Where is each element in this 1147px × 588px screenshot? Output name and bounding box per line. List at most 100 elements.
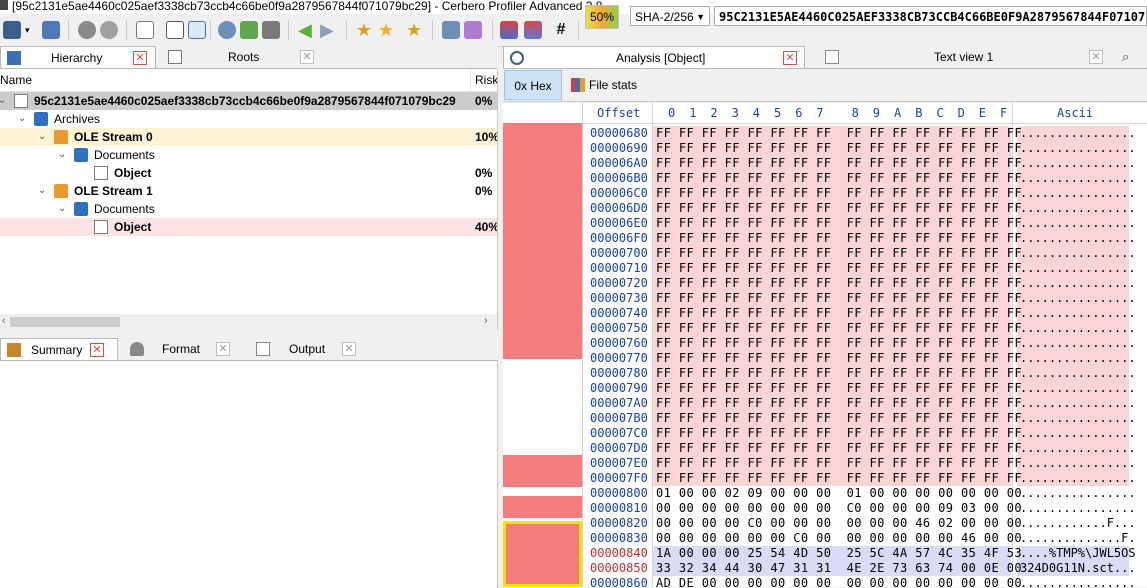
- hex-ascii[interactable]: ................: [1020, 336, 1136, 351]
- tree-row[interactable]: ⌄ Documents: [0, 146, 497, 164]
- hex-ascii[interactable]: ................: [1020, 381, 1136, 396]
- tab-analysis[interactable]: Analysis [Object] ✕: [503, 46, 805, 68]
- chevron-down-icon[interactable]: ⌄: [58, 146, 66, 164]
- hex-bytes[interactable]: 1A 00 00 00 25 54 4D 50 25 5C 4A 57 4C 3…: [656, 546, 1022, 561]
- hex-ascii[interactable]: ................: [1020, 306, 1136, 321]
- hex-ascii[interactable]: ................: [1020, 261, 1136, 276]
- chevron-down-icon[interactable]: ⌄: [38, 128, 46, 146]
- chevron-down-icon[interactable]: ▾: [25, 21, 33, 39]
- hex-bytes[interactable]: FF FF FF FF FF FF FF FF FF FF FF FF FF F…: [656, 366, 1022, 381]
- hex-ascii[interactable]: ................: [1020, 351, 1136, 366]
- import-icon[interactable]: [42, 21, 60, 39]
- overview-viewport[interactable]: [503, 521, 582, 587]
- hex-bytes[interactable]: FF FF FF FF FF FF FF FF FF FF FF FF FF F…: [656, 186, 1022, 201]
- close-icon[interactable]: ✕: [216, 342, 230, 356]
- search-icon[interactable]: ⌕: [1122, 46, 1129, 68]
- hex-ascii[interactable]: ................: [1020, 411, 1136, 426]
- close-icon[interactable]: ✕: [783, 51, 797, 65]
- column-risk[interactable]: Risk: [475, 73, 497, 87]
- hex-bytes[interactable]: FF FF FF FF FF FF FF FF FF FF FF FF FF F…: [656, 126, 1022, 141]
- hex-ascii[interactable]: ....%TMP%\JWL5OS: [1020, 546, 1136, 561]
- tools-icon[interactable]: [442, 21, 460, 39]
- hex-bytes[interactable]: 00 00 00 00 00 00 C0 00 00 00 00 00 00 4…: [656, 531, 1022, 546]
- close-icon[interactable]: ✕: [90, 343, 104, 357]
- hex-bytes[interactable]: FF FF FF FF FF FF FF FF FF FF FF FF FF F…: [656, 261, 1022, 276]
- hex-bytes[interactable]: FF FF FF FF FF FF FF FF FF FF FF FF FF F…: [656, 141, 1022, 156]
- hex-bytes[interactable]: FF FF FF FF FF FF FF FF FF FF FF FF FF F…: [656, 306, 1022, 321]
- hex-ascii[interactable]: ................: [1020, 216, 1136, 231]
- chevron-down-icon[interactable]: ⌄: [18, 110, 26, 128]
- hex-bytes[interactable]: 01 00 00 02 09 00 00 00 01 00 00 00 00 0…: [656, 486, 1022, 501]
- tree-row[interactable]: Object 40%: [0, 218, 497, 236]
- hex-bytes[interactable]: FF FF FF FF FF FF FF FF FF FF FF FF FF F…: [656, 321, 1022, 336]
- scroll-right-icon[interactable]: ›: [484, 315, 488, 327]
- scrollbar-thumb[interactable]: [10, 317, 120, 327]
- tree-row[interactable]: ⌄ 95c2131e5ae4460c025aef3338cb73ccb4c66be…: [0, 92, 497, 110]
- hex-ascii[interactable]: ..............F.: [1020, 531, 1136, 546]
- hex-bytes[interactable]: FF FF FF FF FF FF FF FF FF FF FF FF FF F…: [656, 381, 1022, 396]
- hex-ascii[interactable]: ............F...: [1020, 516, 1136, 531]
- hex-ascii[interactable]: ................: [1020, 426, 1136, 441]
- scroll-left-icon[interactable]: ‹: [2, 315, 6, 327]
- close-icon[interactable]: ✕: [300, 50, 314, 64]
- star-icon[interactable]: ★: [356, 21, 374, 39]
- hex-bytes[interactable]: FF FF FF FF FF FF FF FF FF FF FF FF FF F…: [656, 471, 1022, 486]
- hex-bytes[interactable]: 00 00 00 00 00 00 00 00 C0 00 00 00 09 0…: [656, 501, 1022, 516]
- tab-text-view[interactable]: Text view 1 ✕ ⌕: [819, 46, 1145, 68]
- hex-ascii[interactable]: ................: [1020, 456, 1136, 471]
- hex-bytes[interactable]: FF FF FF FF FF FF FF FF FF FF FF FF FF F…: [656, 231, 1022, 246]
- hex-bytes[interactable]: FF FF FF FF FF FF FF FF FF FF FF FF FF F…: [656, 411, 1022, 426]
- hex-bytes[interactable]: 33 32 34 44 30 47 31 31 4E 2E 73 63 74 0…: [656, 561, 1022, 576]
- tab-hierarchy[interactable]: Hierarchy ✕: [0, 46, 156, 68]
- report2-icon[interactable]: [524, 21, 542, 39]
- tab-output[interactable]: Output ✕: [250, 338, 366, 360]
- hex-ascii[interactable]: ................: [1020, 291, 1136, 306]
- chevron-down-icon[interactable]: ⌄: [0, 92, 6, 110]
- chevron-down-icon[interactable]: ⌄: [58, 200, 66, 218]
- hex-ascii[interactable]: ................: [1020, 486, 1136, 501]
- hex-bytes[interactable]: FF FF FF FF FF FF FF FF FF FF FF FF FF F…: [656, 351, 1022, 366]
- hex-ascii[interactable]: ................: [1020, 141, 1136, 156]
- close-icon[interactable]: ✕: [133, 51, 147, 65]
- tab-summary[interactable]: Summary ✕: [0, 338, 118, 360]
- hex-ascii[interactable]: 324D0G11N.sct...: [1020, 561, 1136, 576]
- tree-row[interactable]: ⌄ Archives: [0, 110, 497, 128]
- hex-ascii[interactable]: ................: [1020, 246, 1136, 261]
- find-remove-icon[interactable]: [262, 21, 280, 39]
- find-next-icon[interactable]: [240, 21, 258, 39]
- zoom-percent[interactable]: 50%: [585, 5, 619, 29]
- panel-icon[interactable]: [166, 21, 184, 39]
- tree-row[interactable]: ⌄ OLE Stream 0 10%: [0, 128, 497, 146]
- hex-bytes[interactable]: FF FF FF FF FF FF FF FF FF FF FF FF FF F…: [656, 456, 1022, 471]
- hex-ascii[interactable]: ................: [1020, 171, 1136, 186]
- hex-ascii[interactable]: ................: [1020, 396, 1136, 411]
- hex-bytes[interactable]: FF FF FF FF FF FF FF FF FF FF FF FF FF F…: [656, 171, 1022, 186]
- tree-row[interactable]: ⌄ Documents: [0, 200, 497, 218]
- hex-ascii[interactable]: ................: [1020, 471, 1136, 486]
- hex-bytes[interactable]: FF FF FF FF FF FF FF FF FF FF FF FF FF F…: [656, 396, 1022, 411]
- hex-ascii[interactable]: ................: [1020, 231, 1136, 246]
- file-overview-bar[interactable]: [503, 103, 583, 587]
- hex-ascii[interactable]: ................: [1020, 366, 1136, 381]
- gears-icon[interactable]: [100, 21, 118, 39]
- hex-ascii[interactable]: ................: [1020, 576, 1136, 587]
- hex-ascii[interactable]: ................: [1020, 276, 1136, 291]
- hex-ascii[interactable]: ................: [1020, 321, 1136, 336]
- find-icon[interactable]: [218, 21, 236, 39]
- hex-bytes[interactable]: FF FF FF FF FF FF FF FF FF FF FF FF FF F…: [656, 201, 1022, 216]
- hex-bytes[interactable]: FF FF FF FF FF FF FF FF FF FF FF FF FF F…: [656, 216, 1022, 231]
- star-remove-icon[interactable]: ★: [406, 21, 424, 39]
- tools2-icon[interactable]: [464, 21, 482, 39]
- hex-ascii[interactable]: ................: [1020, 156, 1136, 171]
- hex-bytes[interactable]: FF FF FF FF FF FF FF FF FF FF FF FF FF F…: [656, 156, 1022, 171]
- tab-roots[interactable]: Roots ✕: [162, 46, 322, 68]
- file-stats-button[interactable]: File stats: [589, 78, 637, 92]
- close-icon[interactable]: ✕: [342, 342, 356, 356]
- hex-ascii[interactable]: ................: [1020, 186, 1136, 201]
- hex-bytes[interactable]: FF FF FF FF FF FF FF FF FF FF FF FF FF F…: [656, 336, 1022, 351]
- hex-view-button[interactable]: 0x Hex: [504, 70, 562, 100]
- hex-ascii[interactable]: ................: [1020, 201, 1136, 216]
- forward-icon[interactable]: ▶: [320, 21, 338, 39]
- hex-bytes[interactable]: FF FF FF FF FF FF FF FF FF FF FF FF FF F…: [656, 246, 1022, 261]
- hex-bytes[interactable]: FF FF FF FF FF FF FF FF FF FF FF FF FF F…: [656, 291, 1022, 306]
